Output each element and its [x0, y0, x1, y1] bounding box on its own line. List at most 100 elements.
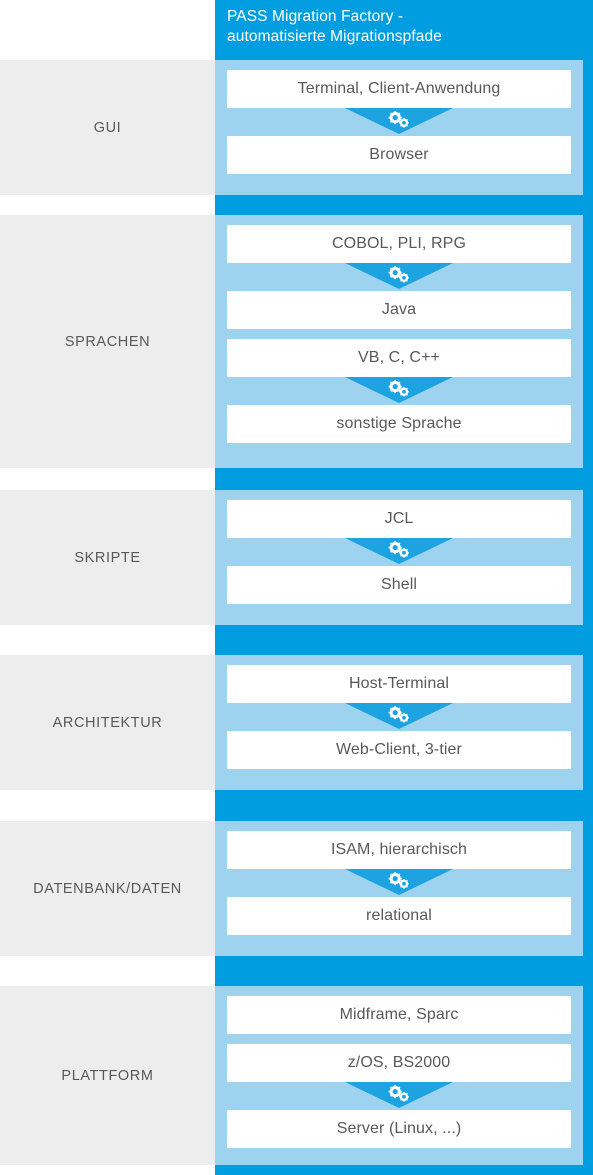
node-label: VB, C, C++: [358, 349, 440, 366]
node-box[interactable]: Web-Client, 3-tier: [227, 731, 571, 769]
section-row-datenbank-daten: DATENBANK/DATEN ISAM, hierarchisch relatio…: [0, 821, 593, 956]
separator-left-0: [0, 195, 215, 215]
section-row-architektur: ARCHITEKTUR Host-Terminal Web-Client, 3-ti…: [0, 655, 593, 790]
arrow-connector: [227, 869, 571, 897]
section-panel-outer: ISAM, hierarchisch relational: [215, 821, 593, 956]
node-box[interactable]: relational: [227, 897, 571, 935]
node-stack: COBOL, PLI, RPG Java VB, C, C++ sonstige Sp…: [215, 225, 583, 458]
node-box[interactable]: Browser: [227, 136, 571, 174]
arrow-connector: [227, 1082, 571, 1110]
node-stack: JCL Shell: [215, 500, 583, 615]
arrow-shape: [345, 869, 453, 895]
separator-left-2: [0, 625, 215, 655]
section-panel-outer: Midframe, Sparc z/OS, BS2000 Server (Linux…: [215, 986, 593, 1165]
section-panel: COBOL, PLI, RPG Java VB, C, C++ sonstige Sp…: [215, 215, 583, 468]
node-box[interactable]: z/OS, BS2000: [227, 1044, 571, 1082]
node-label: Terminal, Client-Anwendung: [297, 80, 501, 97]
node-stack: Midframe, Sparc z/OS, BS2000 Server (Linux…: [215, 996, 583, 1155]
section-panel-outer: COBOL, PLI, RPG Java VB, C, C++ sonstige Sp…: [215, 215, 593, 468]
section-row-sprachen: SPRACHEN COBOL, PLI, RPG Java VB, C, C++ son…: [0, 215, 593, 468]
gears-icon: [388, 380, 409, 397]
gears-icon: [388, 706, 409, 723]
arrow-connector: [227, 108, 571, 136]
node-box[interactable]: Midframe, Sparc: [227, 996, 571, 1034]
section-panel-outer: Host-Terminal Web-Client, 3-tier: [215, 655, 593, 790]
section-label-cell: DATENBANK/DATEN: [0, 821, 215, 956]
section-row-gui: GUI Terminal, Client-Anwendung Browser: [0, 60, 593, 195]
node-box[interactable]: COBOL, PLI, RPG: [227, 225, 571, 263]
arrow-shape: [345, 703, 453, 729]
gears-icon: [388, 872, 409, 889]
section-label: PLATTFORM: [61, 1067, 154, 1084]
node-box[interactable]: Terminal, Client-Anwendung: [227, 70, 571, 108]
arrow-shape: [345, 263, 453, 289]
separator-band-0: [215, 195, 593, 215]
section-label: SKRIPTE: [74, 549, 141, 566]
node-label: Midframe, Sparc: [339, 1006, 459, 1023]
migration-factory-diagram: PASS Migration Factory - automatisierte …: [0, 0, 593, 1175]
section-panel: JCL Shell: [215, 490, 583, 625]
section-label: ARCHITEKTUR: [52, 714, 163, 731]
separator-left-3: [0, 790, 215, 821]
section-panel-outer: JCL Shell: [215, 490, 593, 625]
separator-left-1: [0, 468, 215, 490]
section-panel: Midframe, Sparc z/OS, BS2000 Server (Linux…: [215, 986, 583, 1165]
section-row-plattform: PLATTFORM Midframe, Sparc z/OS, BS2000 Serv…: [0, 986, 593, 1165]
arrow-connector: [227, 703, 571, 731]
section-label-cell: ARCHITEKTUR: [0, 655, 215, 790]
node-label: Host-Terminal: [349, 675, 449, 692]
arrow-shape: [345, 1082, 453, 1108]
section-panel-outer: Terminal, Client-Anwendung Browser: [215, 60, 593, 195]
gears-icon: [388, 1085, 409, 1102]
node-box[interactable]: Shell: [227, 566, 571, 604]
gears-icon: [388, 111, 409, 128]
node-stack: Terminal, Client-Anwendung Browser: [215, 70, 583, 185]
box-gap: [227, 329, 571, 339]
node-label: Server (Linux, ...): [336, 1120, 462, 1137]
node-stack: Host-Terminal Web-Client, 3-tier: [215, 665, 583, 780]
node-label: Browser: [369, 146, 429, 163]
arrow-shape: [345, 377, 453, 403]
section-panel: Terminal, Client-Anwendung Browser: [215, 60, 583, 195]
node-box[interactable]: sonstige Sprache: [227, 405, 571, 443]
node-label: sonstige Sprache: [336, 415, 462, 432]
node-label: JCL: [384, 510, 414, 527]
section-label-cell: SPRACHEN: [0, 215, 215, 468]
section-panel: ISAM, hierarchisch relational: [215, 821, 583, 956]
separator-band-2: [215, 625, 593, 655]
section-label: GUI: [93, 119, 122, 136]
node-label: Web-Client, 3-tier: [336, 741, 462, 758]
separator-left-5: [0, 1165, 215, 1175]
node-label: COBOL, PLI, RPG: [332, 235, 466, 252]
separator-left-4: [0, 956, 215, 986]
separator-band-4: [215, 956, 593, 986]
node-label: relational: [366, 907, 432, 924]
section-panel: Host-Terminal Web-Client, 3-tier: [215, 655, 583, 790]
arrow-shape: [345, 538, 453, 564]
node-box[interactable]: JCL: [227, 500, 571, 538]
node-box[interactable]: Host-Terminal: [227, 665, 571, 703]
page-title: PASS Migration Factory - automatisierte …: [227, 8, 442, 45]
node-box[interactable]: Java: [227, 291, 571, 329]
section-label: DATENBANK/DATEN: [33, 880, 182, 897]
separator-band-5: [215, 1165, 593, 1175]
arrow-connector: [227, 538, 571, 566]
gears-icon: [388, 541, 409, 558]
node-stack: ISAM, hierarchisch relational: [215, 831, 583, 946]
header-bar: PASS Migration Factory - automatisierte …: [215, 0, 593, 60]
node-box[interactable]: Server (Linux, ...): [227, 1110, 571, 1148]
node-label: z/OS, BS2000: [347, 1054, 451, 1071]
node-label: ISAM, hierarchisch: [330, 841, 468, 858]
separator-band-1: [215, 468, 593, 490]
node-box[interactable]: VB, C, C++: [227, 339, 571, 377]
separator-band-3: [215, 790, 593, 821]
node-label: Java: [381, 301, 417, 318]
section-label: SPRACHEN: [64, 333, 151, 350]
arrow-connector: [227, 377, 571, 405]
arrow-shape: [345, 108, 453, 134]
arrow-connector: [227, 263, 571, 291]
node-box[interactable]: ISAM, hierarchisch: [227, 831, 571, 869]
section-label-cell: GUI: [0, 60, 215, 195]
gears-icon: [388, 266, 409, 283]
section-row-skripte: SKRIPTE JCL Shell: [0, 490, 593, 625]
